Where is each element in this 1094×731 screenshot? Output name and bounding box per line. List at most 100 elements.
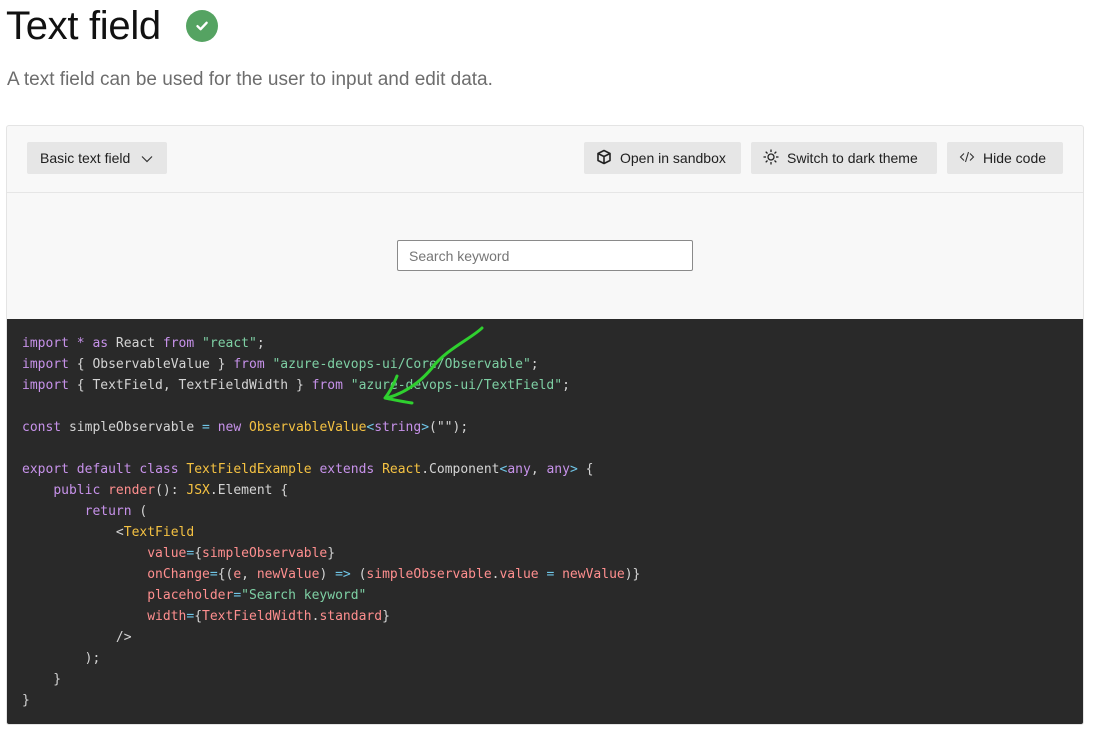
- code-line: import { ObservableValue } from "azure-d…: [22, 354, 1083, 375]
- code-token: {: [194, 546, 203, 561]
- code-token: );: [22, 651, 101, 666]
- code-token: =: [209, 567, 218, 582]
- code-line: public render(): JSX.Element {: [22, 480, 1083, 501]
- variant-dropdown-button[interactable]: Basic text field: [27, 142, 167, 174]
- code-token: <: [22, 525, 124, 540]
- open-in-sandbox-label: Open in sandbox: [620, 150, 726, 166]
- code-token: from: [311, 378, 343, 393]
- code-token: ,: [241, 567, 257, 582]
- code-token: "azure-devops-ui/TextField": [350, 378, 563, 393]
- page-subtitle: A text field can be used for the user to…: [7, 69, 493, 90]
- code-icon: [959, 149, 975, 168]
- code-token: ObservableValue: [249, 420, 367, 435]
- code-panel: import * as React from "react"; import { …: [7, 319, 1083, 724]
- code-token: ("");: [429, 420, 469, 435]
- code-token: "azure-devops-ui/Core/Observable": [272, 357, 531, 372]
- code-token: default: [76, 462, 132, 477]
- code-token: {: [194, 609, 203, 624]
- code-token: >: [569, 462, 578, 477]
- code-token: export: [22, 462, 69, 477]
- code-line: );: [22, 648, 1083, 669]
- code-token: .: [421, 462, 430, 477]
- code-token: public: [53, 483, 101, 498]
- switch-theme-label: Switch to dark theme: [787, 150, 918, 166]
- code-token: ,: [530, 462, 547, 477]
- code-token: "react": [202, 336, 257, 351]
- code-line: import { TextField, TextFieldWidth } fro…: [22, 375, 1083, 396]
- code-token: class: [139, 462, 179, 477]
- code-token: e: [233, 567, 242, 582]
- code-line: placeholder="Search keyword": [22, 585, 1083, 606]
- code-token: ;: [256, 336, 265, 351]
- code-token: from: [162, 336, 195, 351]
- code-token: *: [76, 336, 85, 351]
- code-line: <TextField: [22, 522, 1083, 543]
- code-token: placeholder: [147, 588, 234, 603]
- code-token: string: [374, 420, 422, 435]
- code-line: }: [22, 669, 1083, 690]
- code-token: >: [421, 420, 430, 435]
- code-token: render: [108, 483, 156, 498]
- code-token: .Element {: [209, 483, 289, 498]
- code-token: import: [22, 378, 69, 393]
- code-token: }: [327, 546, 336, 561]
- code-token: value: [147, 546, 187, 561]
- code-token: const: [22, 420, 62, 435]
- search-input[interactable]: [397, 240, 693, 271]
- code-token: newValue: [562, 567, 625, 582]
- code-token: />: [22, 630, 132, 645]
- code-token: =: [233, 588, 242, 603]
- code-token: JSX: [186, 483, 210, 498]
- cube-icon: [596, 149, 612, 168]
- code-token: as: [92, 336, 109, 351]
- code-line: width={TextFieldWidth.standard}: [22, 606, 1083, 627]
- code-token: extends: [319, 462, 375, 477]
- code-token: {(: [217, 567, 234, 582]
- code-token: }: [22, 693, 30, 708]
- code-token: import: [22, 336, 69, 351]
- code-token: TextFieldExample: [186, 462, 312, 477]
- code-token: any: [507, 462, 531, 477]
- code-token: width: [147, 609, 187, 624]
- code-token: }: [22, 672, 62, 687]
- check-circle-icon: [185, 10, 218, 42]
- code-token: ;: [562, 378, 570, 393]
- code-token: import: [22, 357, 69, 372]
- code-token: new: [217, 420, 242, 435]
- code-token: React: [108, 336, 163, 351]
- code-token: value: [499, 567, 539, 582]
- open-in-sandbox-button[interactable]: Open in sandbox: [584, 142, 741, 174]
- code-token: { TextField, TextFieldWidth }: [68, 378, 312, 393]
- code-line: onChange={(e, newValue) => (simpleObserv…: [22, 564, 1083, 585]
- code-token: Component: [429, 462, 500, 477]
- code-token: simpleObservable: [61, 420, 203, 435]
- code-token: ():: [155, 483, 187, 498]
- code-line: }: [22, 690, 1083, 711]
- code-token: return: [84, 504, 132, 519]
- chevron-down-icon: [141, 150, 153, 166]
- code-line: const simpleObservable = new ObservableV…: [22, 417, 1083, 438]
- code-token: React: [382, 462, 422, 477]
- hide-code-button[interactable]: Hide code: [947, 142, 1063, 174]
- code-line: return (: [22, 501, 1083, 522]
- code-token: { ObservableValue }: [68, 357, 234, 372]
- switch-theme-button[interactable]: Switch to dark theme: [751, 142, 937, 174]
- example-toolbar: Basic text field Open in sandbox Switch …: [7, 126, 1083, 193]
- code-token: standard: [319, 609, 383, 624]
- code-token: ): [319, 567, 336, 582]
- variant-dropdown-label: Basic text field: [40, 150, 131, 166]
